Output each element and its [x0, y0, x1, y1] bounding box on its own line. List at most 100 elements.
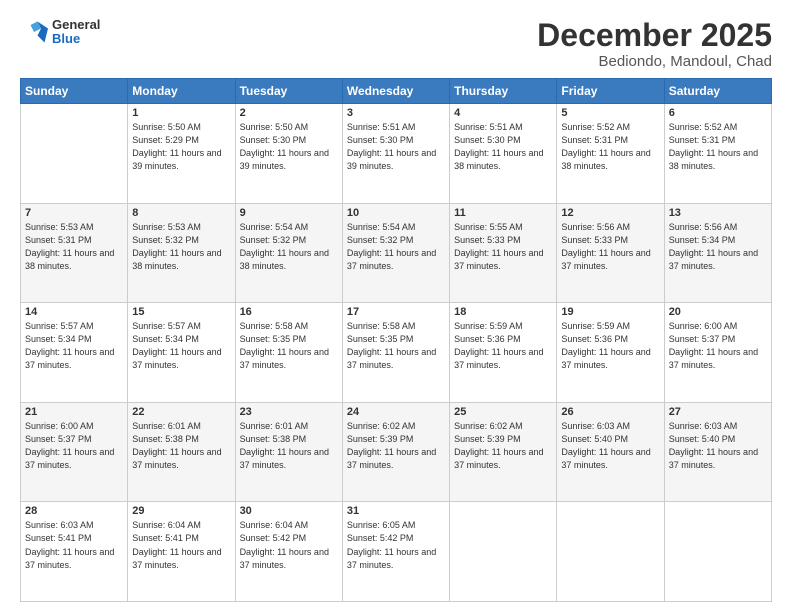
day-cell: 6Sunrise: 5:52 AM Sunset: 5:31 PM Daylig… — [664, 104, 771, 204]
day-cell: 12 Sunrise: 5:56 AM Sunset: 5:33 PM Dayli… — [557, 203, 664, 303]
day-number: 25 — [454, 406, 552, 418]
page: General Blue December 2025 Bediondo, Man… — [0, 0, 792, 612]
day-cell — [450, 502, 557, 602]
day-info: Sunrise: 5:51 AM Sunset: 5:30 PM Dayligh… — [454, 121, 552, 173]
day-cell: 3 Sunrise: 5:51 AM Sunset: 5:30 PM Daylig… — [342, 104, 449, 204]
day-cell: 17 Sunrise: 5:58 AM Sunset: 5:35 PM Dayli… — [342, 303, 449, 403]
day-header-monday: Monday — [128, 79, 235, 104]
day-number: 15 — [132, 306, 230, 318]
day-info: Sunrise: 6:01 AM Sunset: 5:38 PM Dayligh… — [240, 420, 338, 472]
day-number: 10 — [347, 207, 445, 219]
day-cell: 13 Sunrise: 5:56 AM Sunset: 5:34 PM Dayli… — [664, 203, 771, 303]
logo-icon — [20, 18, 48, 46]
day-cell: 21 Sunrise: 6:00 AM Sunset: 5:37 PM Dayli… — [21, 402, 128, 502]
header: General Blue December 2025 Bediondo, Man… — [20, 18, 772, 70]
week-row-2: 7Sunrise: 5:53 AM Sunset: 5:31 PM Daylig… — [21, 203, 772, 303]
day-number: 27 — [669, 406, 767, 418]
day-cell: 7Sunrise: 5:53 AM Sunset: 5:31 PM Daylig… — [21, 203, 128, 303]
day-info: Sunrise: 6:01 AM Sunset: 5:38 PM Dayligh… — [132, 420, 230, 472]
day-number: 24 — [347, 406, 445, 418]
day-number: 17 — [347, 306, 445, 318]
day-header-wednesday: Wednesday — [342, 79, 449, 104]
calendar-body: 1 Sunrise: 5:50 AM Sunset: 5:29 PM Daylig… — [21, 104, 772, 602]
day-info: Sunrise: 6:03 AM Sunset: 5:40 PM Dayligh… — [561, 420, 659, 472]
day-info: Sunrise: 5:58 AM Sunset: 5:35 PM Dayligh… — [347, 320, 445, 372]
day-header-thursday: Thursday — [450, 79, 557, 104]
day-info: Sunrise: 6:05 AM Sunset: 5:42 PM Dayligh… — [347, 519, 445, 571]
logo-general: General — [52, 18, 100, 32]
day-info: Sunrise: 6:04 AM Sunset: 5:42 PM Dayligh… — [240, 519, 338, 571]
day-cell: 4 Sunrise: 5:51 AM Sunset: 5:30 PM Daylig… — [450, 104, 557, 204]
day-cell: 8Sunrise: 5:53 AM Sunset: 5:32 PM Daylig… — [128, 203, 235, 303]
day-number: 30 — [240, 505, 338, 517]
day-number: 20 — [669, 306, 767, 318]
day-number: 22 — [132, 406, 230, 418]
calendar-subtitle: Bediondo, Mandoul, Chad — [537, 53, 772, 70]
day-number: 31 — [347, 505, 445, 517]
day-info: Sunrise: 6:03 AM Sunset: 5:40 PM Dayligh… — [669, 420, 767, 472]
day-info: Sunrise: 6:02 AM Sunset: 5:39 PM Dayligh… — [347, 420, 445, 472]
day-number: 29 — [132, 505, 230, 517]
day-info: Sunrise: 5:54 AM Sunset: 5:32 PM Dayligh… — [240, 221, 338, 273]
logo-text: General Blue — [52, 18, 100, 47]
day-number: 14 — [25, 306, 123, 318]
day-cell: 24 Sunrise: 6:02 AM Sunset: 5:39 PM Dayli… — [342, 402, 449, 502]
day-cell: 26Sunrise: 6:03 AM Sunset: 5:40 PM Dayli… — [557, 402, 664, 502]
day-header-sunday: Sunday — [21, 79, 128, 104]
day-number: 28 — [25, 505, 123, 517]
day-number: 7 — [25, 207, 123, 219]
day-info: Sunrise: 5:50 AM Sunset: 5:29 PM Dayligh… — [132, 121, 230, 173]
day-info: Sunrise: 5:59 AM Sunset: 5:36 PM Dayligh… — [561, 320, 659, 372]
calendar-header: SundayMondayTuesdayWednesdayThursdayFrid… — [21, 79, 772, 104]
day-number: 2 — [240, 107, 338, 119]
title-block: December 2025 Bediondo, Mandoul, Chad — [537, 18, 772, 70]
day-info: Sunrise: 5:50 AM Sunset: 5:30 PM Dayligh… — [240, 121, 338, 173]
calendar-table: SundayMondayTuesdayWednesdayThursdayFrid… — [20, 78, 772, 602]
day-number: 11 — [454, 207, 552, 219]
day-header-tuesday: Tuesday — [235, 79, 342, 104]
day-info: Sunrise: 6:04 AM Sunset: 5:41 PM Dayligh… — [132, 519, 230, 571]
day-cell: 1 Sunrise: 5:50 AM Sunset: 5:29 PM Daylig… — [128, 104, 235, 204]
day-number: 12 — [561, 207, 659, 219]
day-info: Sunrise: 5:56 AM Sunset: 5:34 PM Dayligh… — [669, 221, 767, 273]
day-cell: 18Sunrise: 5:59 AM Sunset: 5:36 PM Dayli… — [450, 303, 557, 403]
day-cell: 11Sunrise: 5:55 AM Sunset: 5:33 PM Dayli… — [450, 203, 557, 303]
day-info: Sunrise: 6:03 AM Sunset: 5:41 PM Dayligh… — [25, 519, 123, 571]
day-cell — [664, 502, 771, 602]
day-cell: 25Sunrise: 6:02 AM Sunset: 5:39 PM Dayli… — [450, 402, 557, 502]
day-cell: 30 Sunrise: 6:04 AM Sunset: 5:42 PM Dayli… — [235, 502, 342, 602]
day-info: Sunrise: 5:53 AM Sunset: 5:32 PM Dayligh… — [132, 221, 230, 273]
day-cell: 27 Sunrise: 6:03 AM Sunset: 5:40 PM Dayli… — [664, 402, 771, 502]
day-info: Sunrise: 5:51 AM Sunset: 5:30 PM Dayligh… — [347, 121, 445, 173]
day-cell: 28 Sunrise: 6:03 AM Sunset: 5:41 PM Dayli… — [21, 502, 128, 602]
day-header-friday: Friday — [557, 79, 664, 104]
day-cell: 23 Sunrise: 6:01 AM Sunset: 5:38 PM Dayli… — [235, 402, 342, 502]
day-cell: 2 Sunrise: 5:50 AM Sunset: 5:30 PM Daylig… — [235, 104, 342, 204]
week-row-4: 21 Sunrise: 6:00 AM Sunset: 5:37 PM Dayli… — [21, 402, 772, 502]
day-cell: 20Sunrise: 6:00 AM Sunset: 5:37 PM Dayli… — [664, 303, 771, 403]
day-number: 18 — [454, 306, 552, 318]
day-cell: 19 Sunrise: 5:59 AM Sunset: 5:36 PM Dayli… — [557, 303, 664, 403]
day-number: 16 — [240, 306, 338, 318]
day-number: 13 — [669, 207, 767, 219]
day-number: 21 — [25, 406, 123, 418]
day-info: Sunrise: 5:56 AM Sunset: 5:33 PM Dayligh… — [561, 221, 659, 273]
day-info: Sunrise: 6:00 AM Sunset: 5:37 PM Dayligh… — [25, 420, 123, 472]
day-number: 23 — [240, 406, 338, 418]
day-header-saturday: Saturday — [664, 79, 771, 104]
day-cell: 14 Sunrise: 5:57 AM Sunset: 5:34 PM Dayli… — [21, 303, 128, 403]
day-cell — [557, 502, 664, 602]
day-number: 1 — [132, 107, 230, 119]
day-info: Sunrise: 5:54 AM Sunset: 5:32 PM Dayligh… — [347, 221, 445, 273]
calendar-title: December 2025 — [537, 18, 772, 53]
day-number: 19 — [561, 306, 659, 318]
day-info: Sunrise: 5:57 AM Sunset: 5:34 PM Dayligh… — [25, 320, 123, 372]
day-number: 3 — [347, 107, 445, 119]
day-number: 4 — [454, 107, 552, 119]
day-cell: 16Sunrise: 5:58 AM Sunset: 5:35 PM Dayli… — [235, 303, 342, 403]
day-cell — [21, 104, 128, 204]
day-number: 9 — [240, 207, 338, 219]
week-row-3: 14 Sunrise: 5:57 AM Sunset: 5:34 PM Dayli… — [21, 303, 772, 403]
day-info: Sunrise: 5:52 AM Sunset: 5:31 PM Dayligh… — [561, 121, 659, 173]
logo-blue: Blue — [52, 32, 100, 46]
